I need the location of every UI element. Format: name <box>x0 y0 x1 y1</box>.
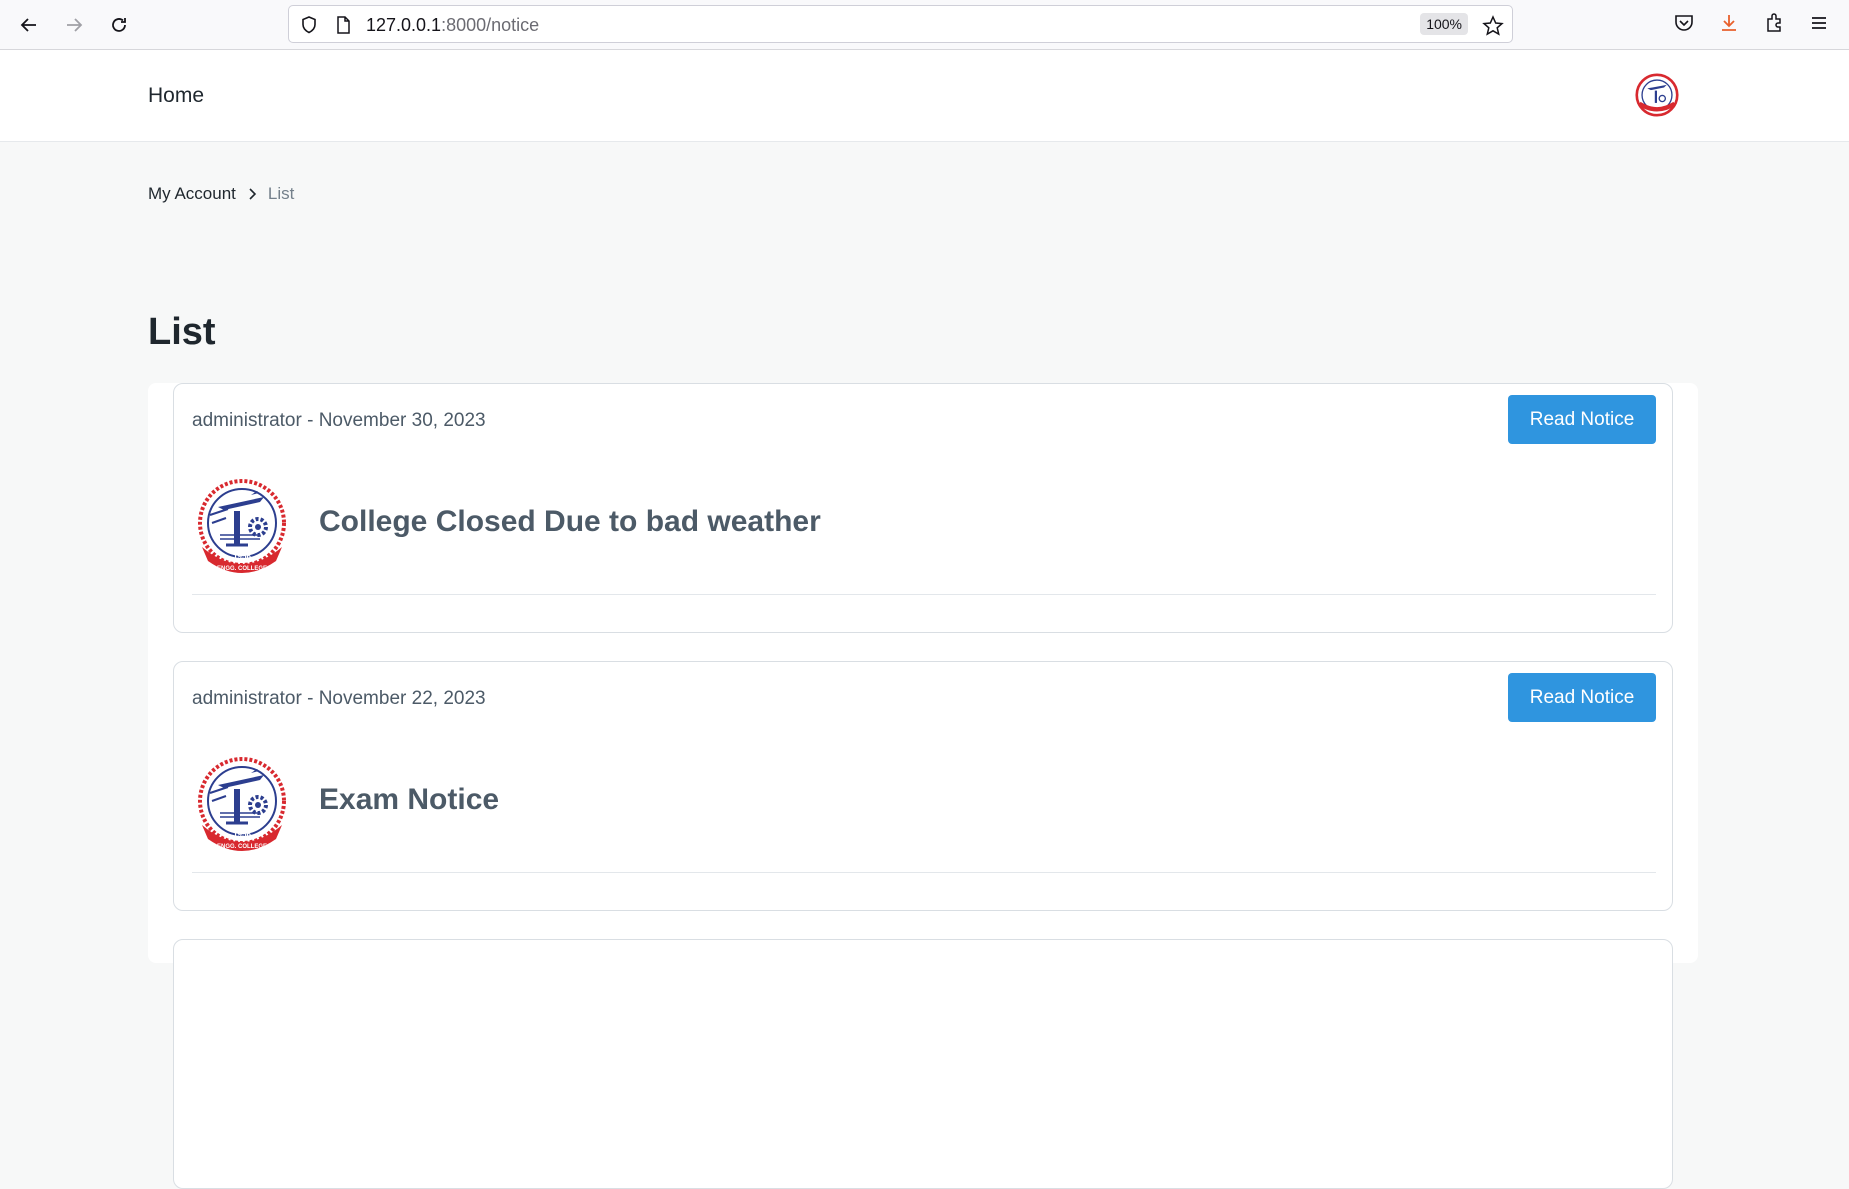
logo-text-bottom: ENGG. COLLEGE <box>217 844 267 850</box>
logo-year: 1956 <box>233 830 251 839</box>
logo-text-bottom: ENGG. COLLEGE <box>217 566 267 572</box>
forward-arrow-icon <box>67 18 83 32</box>
notice-title[interactable]: College Closed Due to bad weather <box>319 505 821 539</box>
notice-card: administrator - November 22, 2023 Read N… <box>173 661 1673 911</box>
extensions-icon[interactable] <box>1763 12 1785 34</box>
card-divider <box>192 872 1656 873</box>
notice-meta: administrator - November 22, 2023 <box>192 688 486 709</box>
back-button[interactable] <box>16 12 42 38</box>
chevron-right-icon <box>246 187 258 201</box>
logo-year: 1956 <box>233 552 251 561</box>
read-notice-button[interactable]: Read Notice <box>1508 395 1656 444</box>
breadcrumb-my-account[interactable]: My Account <box>148 184 236 204</box>
page-title: List <box>148 311 216 353</box>
menu-icon[interactable] <box>1808 12 1830 34</box>
notice-card <box>173 939 1673 1189</box>
url-host: 127.0.0.1 <box>366 15 442 35</box>
forward-button[interactable] <box>61 12 87 38</box>
read-notice-button[interactable]: Read Notice <box>1508 673 1656 722</box>
breadcrumb: My Account List <box>148 184 294 204</box>
college-logo: 1956 ENGG. COLLEGE <box>198 757 286 851</box>
card-divider <box>192 594 1656 595</box>
url-bar[interactable]: 127.0.0.1:8000/notice 100% <box>288 5 1513 43</box>
reload-button[interactable] <box>106 12 132 38</box>
notice-meta: administrator - November 30, 2023 <box>192 410 486 431</box>
url-text: 127.0.0.1:8000/notice <box>366 15 539 36</box>
download-icon[interactable] <box>1718 12 1740 34</box>
reload-icon <box>112 18 126 32</box>
college-logo: 1956 ENGG. COLLEGE <box>198 479 286 573</box>
home-link[interactable]: Home <box>148 84 204 108</box>
back-arrow-icon <box>20 18 36 32</box>
browser-toolbar: 127.0.0.1:8000/notice 100% <box>0 0 1849 50</box>
notice-list: administrator - November 30, 2023 Read N… <box>148 383 1698 1189</box>
notice-title[interactable]: Exam Notice <box>319 783 499 817</box>
notice-card: administrator - November 30, 2023 Read N… <box>173 383 1673 633</box>
shield-icon[interactable] <box>299 15 319 35</box>
site-navbar: Home <box>0 50 1849 142</box>
page-icon <box>337 16 350 34</box>
user-avatar[interactable] <box>1635 73 1679 117</box>
zoom-level[interactable]: 100% <box>1420 13 1468 35</box>
pocket-icon[interactable] <box>1673 12 1695 34</box>
url-path: :8000/notice <box>441 15 540 35</box>
bookmark-star-icon[interactable] <box>1482 15 1504 37</box>
breadcrumb-current: List <box>267 184 295 203</box>
